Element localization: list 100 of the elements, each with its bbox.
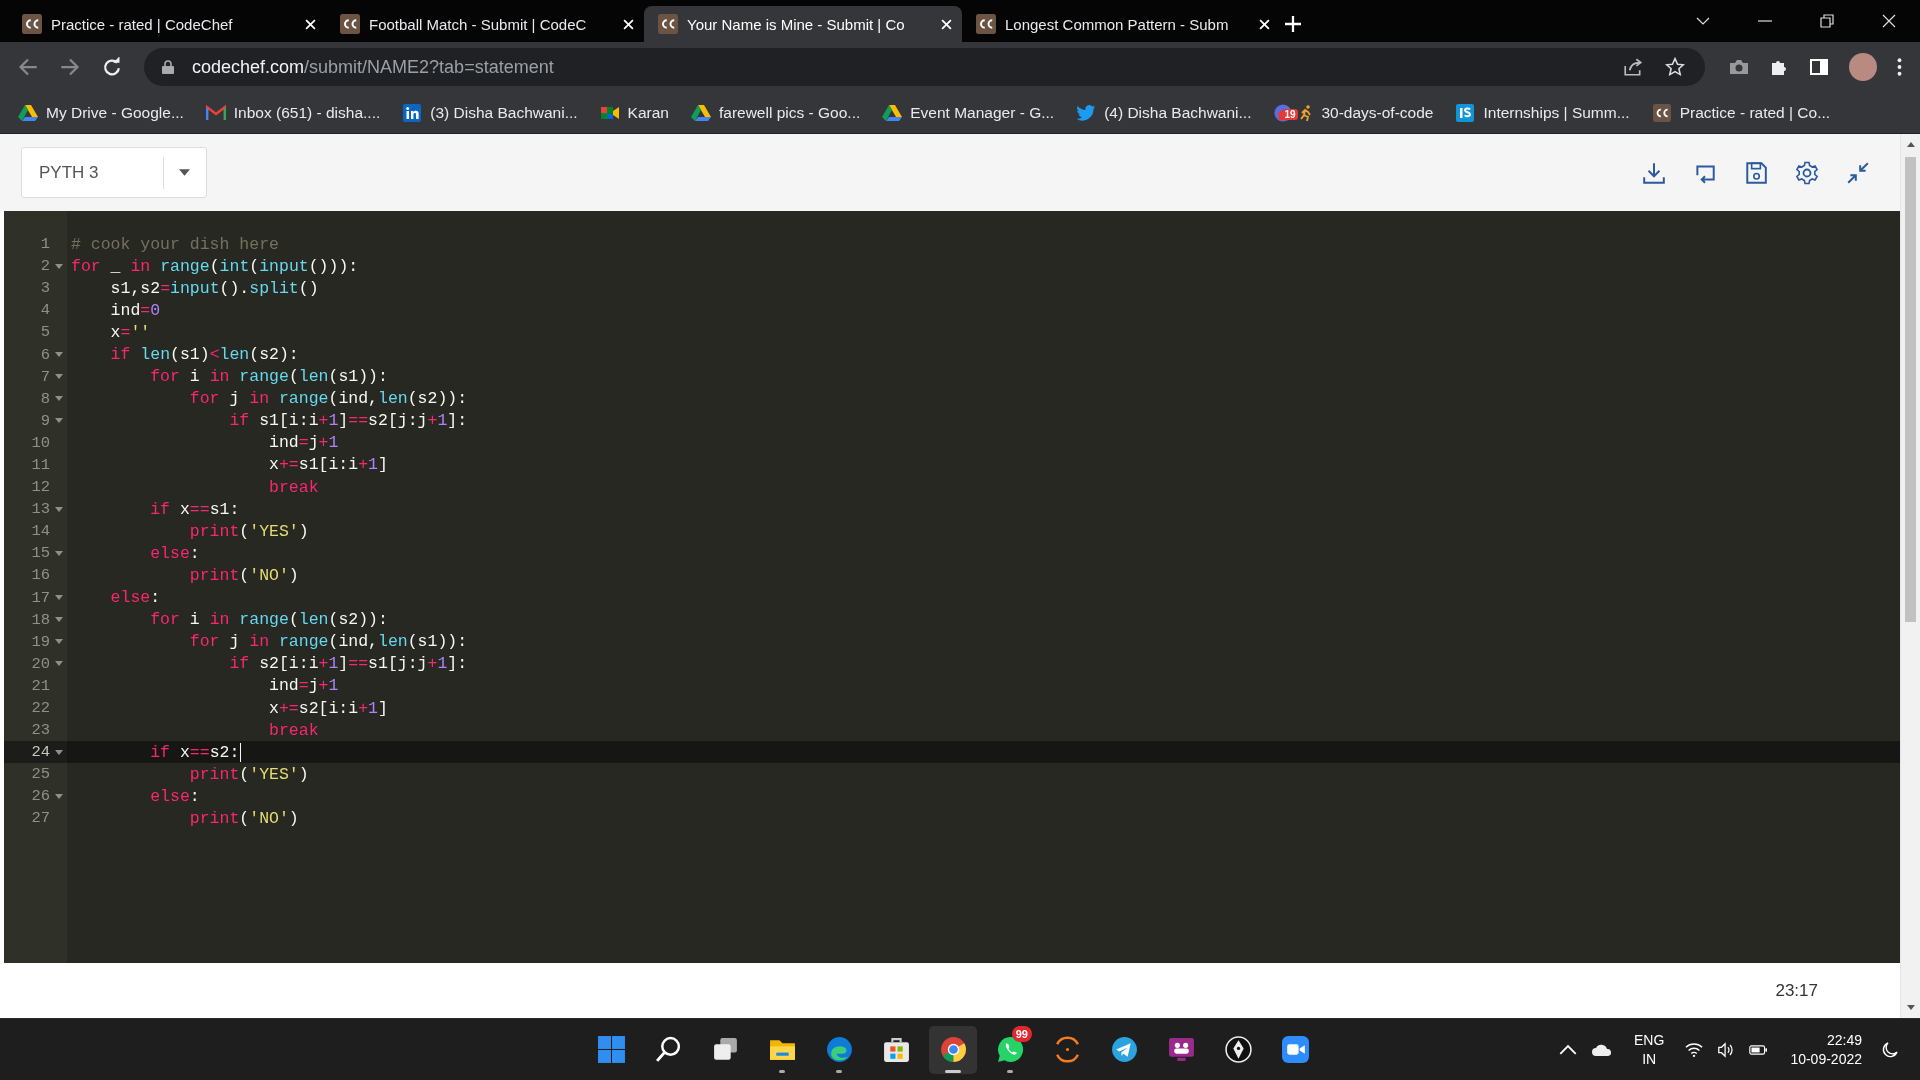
taskbar-app-button[interactable]: 99 xyxy=(986,1025,1034,1074)
code-line: break xyxy=(268,720,319,740)
line-number: 18 xyxy=(31,610,50,629)
scroll-up-arrow-icon[interactable] xyxy=(1906,142,1915,147)
line-number: 13 xyxy=(31,500,50,519)
logo-icon xyxy=(340,14,360,34)
shopping-bag-icon xyxy=(881,1035,911,1064)
camera-icon[interactable] xyxy=(1729,58,1749,76)
share-icon[interactable] xyxy=(1623,57,1643,77)
address-bar[interactable]: codechef.com/submit/NAME2?tab=statement xyxy=(144,48,1705,86)
cursor-position: 23:17 xyxy=(1775,980,1818,1001)
line-number: 5 xyxy=(40,323,50,342)
browser-tab[interactable]: Practice - rated | CodeChef xyxy=(8,6,326,42)
collapse-arrows-icon[interactable] xyxy=(1846,160,1870,185)
fold-arrow-icon[interactable] xyxy=(55,749,63,755)
taskbar-app-button[interactable] xyxy=(929,1025,977,1074)
scroll-down-arrow-icon[interactable] xyxy=(1906,1005,1915,1010)
line-number: 8 xyxy=(40,389,50,408)
restore-icon[interactable] xyxy=(1820,14,1834,28)
bookmark-link[interactable]: 19 30-days-of-code xyxy=(1273,103,1434,122)
bookmark-link[interactable]: My Drive - Google... xyxy=(18,103,184,122)
line-number: 22 xyxy=(31,699,50,717)
bookmark-link[interactable]: (3) Disha Bachwani... xyxy=(402,103,578,122)
line-number: 23 xyxy=(31,721,50,740)
fold-arrow-icon[interactable] xyxy=(55,263,63,269)
code-line: print('NO') xyxy=(188,809,299,828)
star-icon[interactable] xyxy=(1665,57,1685,77)
code-line: x='' xyxy=(109,322,151,342)
paper-plane-icon xyxy=(1109,1035,1139,1064)
fold-arrow-icon[interactable] xyxy=(55,661,63,667)
code-line: s1,s2=input().split() xyxy=(109,278,319,298)
fold-arrow-icon[interactable] xyxy=(55,352,63,357)
code-line: print('YES') xyxy=(188,764,309,784)
more-vertical-icon[interactable] xyxy=(1897,58,1902,76)
clock[interactable]: 22:49 10-09-2022 xyxy=(1790,1030,1862,1069)
round-logo-icon xyxy=(938,1035,968,1064)
url-text: codechef.com/submit/NAME2?tab=statement xyxy=(192,56,554,78)
moon-icon[interactable] xyxy=(1881,1041,1899,1058)
caret-icon xyxy=(179,169,190,176)
line-number: 15 xyxy=(31,544,50,563)
code-line: print('NO') xyxy=(188,565,299,585)
browser-tab[interactable]: Your Name is Mine - Submit | Co xyxy=(644,6,962,42)
line-number: 1 xyxy=(40,235,50,254)
forward-arrow-icon[interactable] xyxy=(60,57,80,77)
code-line: else: xyxy=(149,786,200,806)
bookmark-link[interactable]: farewell pics - Goo... xyxy=(690,103,861,122)
line-number: 9 xyxy=(40,411,50,430)
bookmark-link[interactable]: (4) Disha Bachwani... xyxy=(1076,103,1252,122)
fold-arrow-icon[interactable] xyxy=(55,550,63,556)
close-icon[interactable] xyxy=(1882,14,1896,28)
fold-arrow-icon[interactable] xyxy=(55,396,63,402)
fold-arrow-icon[interactable] xyxy=(55,418,63,424)
browser-tab[interactable]: Football Match - Submit | CodeC xyxy=(326,6,644,42)
code-line: # cook your dish here xyxy=(71,234,279,254)
speaker-icon[interactable] xyxy=(1717,1041,1736,1058)
input-language-indicator[interactable]: ENG IN xyxy=(1634,1030,1665,1069)
language-select[interactable]: PYTH 3 xyxy=(21,147,207,198)
fold-arrow-icon[interactable] xyxy=(55,793,63,799)
fold-arrow-icon[interactable] xyxy=(55,595,63,601)
download-icon[interactable] xyxy=(1642,160,1666,185)
code-line: for j in range(ind,len(s2)): xyxy=(188,389,468,409)
line-number: 10 xyxy=(31,433,50,452)
line-number: 2 xyxy=(40,257,50,276)
bookmark-link[interactable]: Karan xyxy=(599,103,669,122)
line-number: 4 xyxy=(40,301,50,320)
fold-arrow-icon[interactable] xyxy=(55,374,63,380)
fold-arrow-icon[interactable] xyxy=(55,617,63,623)
code-line: if x==s2: xyxy=(149,742,240,762)
bookmark-link[interactable]: Event Manager - G... xyxy=(882,103,1055,122)
line-number: 20 xyxy=(31,654,50,673)
fold-arrow-icon[interactable] xyxy=(55,639,63,645)
reload-icon[interactable] xyxy=(102,57,122,77)
code-line: if s2[i:i+1]==s1[j:j+1]: xyxy=(228,654,468,674)
side-panel-icon[interactable] xyxy=(1809,58,1829,76)
settings-icon[interactable] xyxy=(1795,160,1819,185)
notification-badge: 99 xyxy=(1011,1025,1032,1042)
triangle-icon xyxy=(690,103,711,122)
logo-icon xyxy=(1651,103,1672,122)
profile-avatar[interactable] xyxy=(1849,53,1877,81)
line-number: 3 xyxy=(40,279,50,298)
pen-nib-icon xyxy=(1223,1035,1253,1064)
running-figure-icon xyxy=(1299,104,1314,121)
line-number: 12 xyxy=(31,478,50,497)
back-arrow-icon[interactable] xyxy=(18,57,38,77)
puzzle-piece-icon[interactable] xyxy=(1769,58,1789,76)
code-line: for i in range(len(s2)): xyxy=(149,610,388,630)
fold-arrow-icon[interactable] xyxy=(55,506,63,512)
new-tab-icon[interactable] xyxy=(1285,16,1301,32)
scrollbar[interactable] xyxy=(1900,134,1920,1018)
line-number: 14 xyxy=(31,522,50,541)
browser-tab[interactable]: Longest Common Pattern - Subm xyxy=(962,6,1280,42)
bookmark-link[interactable]: Practice - rated | Co... xyxy=(1651,103,1831,122)
logo-icon xyxy=(22,14,42,34)
code-line: x+=s1[i:i+1] xyxy=(268,455,388,475)
bookmark-link[interactable]: Internships | Summ... xyxy=(1455,103,1630,122)
line-number: 25 xyxy=(31,765,50,784)
code-line: if s1[i:i+1]==s2[j:j+1]: xyxy=(228,411,468,431)
wifi-icon[interactable] xyxy=(1685,1041,1704,1058)
bookmark-link[interactable]: Inbox (651) - disha.... xyxy=(205,103,381,122)
code-line: for i in range(len(s1)): xyxy=(149,367,388,387)
